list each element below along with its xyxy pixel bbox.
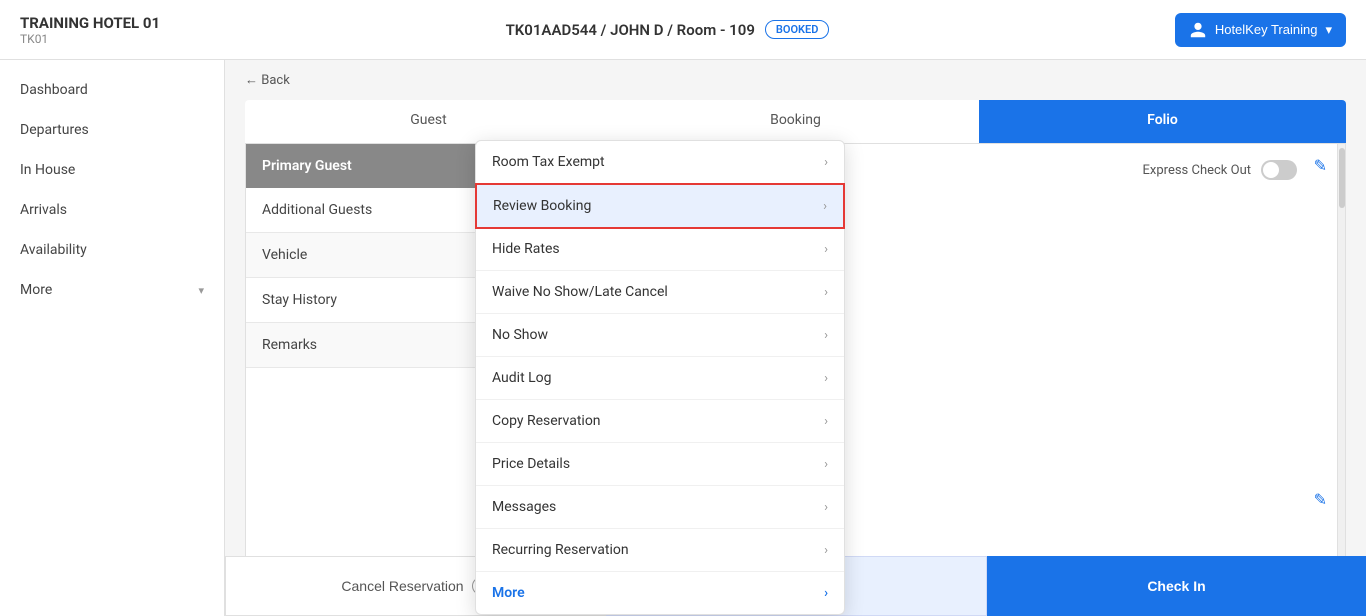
dropdown-label-hide-rates: Hide Rates bbox=[492, 241, 560, 257]
dropdown-label-audit-log: Audit Log bbox=[492, 370, 552, 386]
sidebar-label-departures: Departures bbox=[20, 122, 89, 138]
dropdown-item-no-show[interactable]: No Show › bbox=[476, 314, 844, 357]
dropdown-label-no-show: No Show bbox=[492, 327, 548, 343]
dropdown-item-price-details[interactable]: Price Details › bbox=[476, 443, 844, 486]
sidebar-more-chevron: ▾ bbox=[198, 284, 204, 297]
dropdown-label-room-tax-exempt: Room Tax Exempt bbox=[492, 154, 605, 170]
dropdown-chevron-7: › bbox=[824, 457, 828, 472]
sidebar-label-more: More bbox=[20, 282, 52, 298]
sidebar-label-availability: Availability bbox=[20, 242, 87, 258]
dropdown-label-price-details: Price Details bbox=[492, 456, 570, 472]
checkin-label: Check In bbox=[1147, 578, 1205, 594]
user-menu-chevron: ▾ bbox=[1325, 22, 1332, 38]
user-menu-button[interactable]: HotelKey Training ▾ bbox=[1175, 13, 1346, 47]
scroll-thumb bbox=[1339, 148, 1345, 208]
additional-guests-label: Additional Guests bbox=[262, 202, 372, 218]
checkin-button[interactable]: Check In bbox=[987, 556, 1366, 616]
scrollbar[interactable] bbox=[1337, 144, 1345, 579]
sidebar-item-inhouse[interactable]: In House bbox=[0, 150, 224, 190]
dropdown-label-recurring: Recurring Reservation bbox=[492, 542, 629, 558]
sidebar-label-dashboard: Dashboard bbox=[20, 82, 88, 98]
dropdown-item-room-tax-exempt[interactable]: Room Tax Exempt › bbox=[476, 141, 844, 184]
sidebar-label-arrivals: Arrivals bbox=[20, 202, 67, 218]
header: TRAINING HOTEL 01 TK01 TK01AAD544 / JOHN… bbox=[0, 0, 1366, 60]
hotel-name: TRAINING HOTEL 01 bbox=[20, 14, 160, 32]
dropdown-chevron-6: › bbox=[824, 414, 828, 429]
toggle-knob bbox=[1263, 162, 1279, 178]
express-checkout-label: Express Check Out bbox=[1143, 163, 1251, 178]
user-icon bbox=[1189, 21, 1207, 39]
dropdown-item-review-booking[interactable]: Review Booking › bbox=[475, 183, 845, 229]
dropdown-item-recurring[interactable]: Recurring Reservation › bbox=[476, 529, 844, 572]
dropdown-label-copy-reservation: Copy Reservation bbox=[492, 413, 601, 429]
main-content: ← Back Guest Booking Folio Primary Guest bbox=[225, 60, 1366, 616]
dropdown-chevron-9: › bbox=[824, 543, 828, 558]
tab-booking[interactable]: Booking bbox=[612, 100, 979, 143]
user-name: HotelKey Training bbox=[1215, 22, 1318, 37]
hotel-info: TRAINING HOTEL 01 TK01 bbox=[20, 14, 160, 46]
remarks-label: Remarks bbox=[262, 337, 317, 353]
edit-icon-bottom[interactable]: ✎ bbox=[1314, 490, 1327, 509]
user-section: HotelKey Training ▾ bbox=[1175, 13, 1346, 47]
tab-guest[interactable]: Guest bbox=[245, 100, 612, 143]
cancel-label: Cancel Reservation bbox=[341, 578, 463, 594]
sidebar: Dashboard Departures In House Arrivals A… bbox=[0, 60, 225, 616]
dropdown-label-messages: Messages bbox=[492, 499, 556, 515]
primary-guest-label: Primary Guest bbox=[262, 158, 352, 174]
dropdown-item-waive[interactable]: Waive No Show/Late Cancel › bbox=[476, 271, 844, 314]
sidebar-item-availability[interactable]: Availability bbox=[0, 230, 224, 270]
dropdown-item-messages[interactable]: Messages › bbox=[476, 486, 844, 529]
dropdown-chevron-10: › bbox=[824, 586, 828, 601]
dropdown-chevron-4: › bbox=[824, 328, 828, 343]
sidebar-item-departures[interactable]: Departures bbox=[0, 110, 224, 150]
actions-dropdown: Room Tax Exempt › Review Booking › Hide … bbox=[475, 140, 845, 615]
dropdown-item-copy-reservation[interactable]: Copy Reservation › bbox=[476, 400, 844, 443]
sidebar-item-arrivals[interactable]: Arrivals bbox=[0, 190, 224, 230]
dropdown-label-waive: Waive No Show/Late Cancel bbox=[492, 284, 668, 300]
sidebar-item-more[interactable]: More ▾ bbox=[0, 270, 224, 310]
dropdown-item-hide-rates[interactable]: Hide Rates › bbox=[476, 228, 844, 271]
sidebar-label-inhouse: In House bbox=[20, 162, 75, 178]
dropdown-chevron-8: › bbox=[824, 500, 828, 515]
reservation-info: TK01AAD544 / JOHN D / Room - 109 BOOKED bbox=[506, 20, 830, 39]
tab-folio[interactable]: Folio bbox=[979, 100, 1346, 143]
stay-history-label: Stay History bbox=[262, 292, 337, 308]
back-button[interactable]: ← Back bbox=[225, 60, 1366, 100]
express-checkout-toggle[interactable] bbox=[1261, 160, 1297, 180]
dropdown-chevron-2: › bbox=[824, 242, 828, 257]
main-layout: Dashboard Departures In House Arrivals A… bbox=[0, 60, 1366, 616]
reservation-id: TK01AAD544 / JOHN D / Room - 109 bbox=[506, 21, 755, 39]
tabs-row: Guest Booking Folio bbox=[245, 100, 1346, 144]
dropdown-chevron-0: › bbox=[824, 155, 828, 170]
dropdown-item-more[interactable]: More › bbox=[476, 572, 844, 614]
dropdown-label-more: More bbox=[492, 585, 525, 601]
express-checkout-row: Express Check Out bbox=[1143, 160, 1297, 180]
back-label: ← Back bbox=[245, 72, 290, 88]
dropdown-item-audit-log[interactable]: Audit Log › bbox=[476, 357, 844, 400]
dropdown-chevron-5: › bbox=[824, 371, 828, 386]
sidebar-item-dashboard[interactable]: Dashboard bbox=[0, 70, 224, 110]
hotel-code: TK01 bbox=[20, 32, 160, 46]
edit-icon-top[interactable]: ✎ bbox=[1314, 156, 1327, 175]
vehicle-label: Vehicle bbox=[262, 247, 307, 263]
dropdown-chevron-1: › bbox=[823, 199, 827, 214]
dropdown-label-review-booking: Review Booking bbox=[493, 198, 591, 214]
dropdown-chevron-3: › bbox=[824, 285, 828, 300]
booked-badge: BOOKED bbox=[765, 20, 830, 39]
